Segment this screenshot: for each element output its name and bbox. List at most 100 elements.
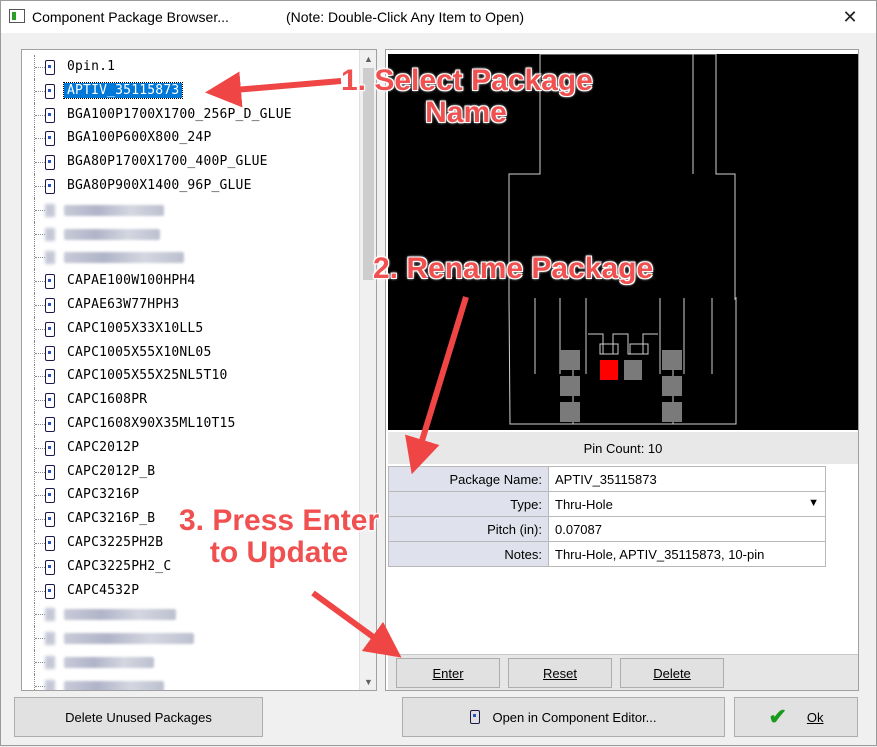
tree-item[interactable]: CAPC2012P (22, 435, 360, 460)
tree-connector (35, 400, 45, 402)
tree-item-label: BGA100P1700X1700_256P_D_GLUE (67, 106, 292, 122)
tree-item[interactable] (22, 221, 360, 246)
tree-item-label: CAPC3216P_B (67, 511, 156, 527)
pitch-field[interactable]: 0.07087 (548, 516, 826, 542)
tree-item-label: CAPC2012P_B (67, 463, 156, 479)
tree-connector (35, 447, 45, 449)
package-browser-window: Component Package Browser... (Note: Doub… (0, 0, 877, 746)
annotation-step-3: 3. Press Enter to Update (179, 505, 379, 569)
package-icon (45, 583, 55, 599)
action-button-row: Enter Reset Delete (388, 654, 858, 690)
tree-item[interactable]: CAPAE63W77HPH3 (22, 293, 360, 317)
package-icon (45, 417, 55, 432)
annotation-step-1-line-1: 1. Select Package (341, 64, 593, 97)
ok-button[interactable]: ✔ Ok (734, 697, 858, 737)
window-title: Component Package Browser... (32, 9, 229, 25)
tree-connector (35, 495, 45, 497)
tree-connector (35, 186, 45, 187)
delete-button[interactable]: Delete (620, 658, 724, 688)
tree-connector (35, 209, 45, 211)
package-icon (45, 179, 55, 194)
package-icon (45, 464, 55, 480)
tree-connector (34, 673, 35, 690)
tree-connector (35, 566, 45, 568)
annotation-step-3-line-2: to Update (209, 536, 349, 569)
tree-item-label: CAPC4532P (67, 582, 140, 598)
tree-item-label: 0pin.1 (67, 59, 116, 74)
tree-connector (35, 685, 45, 687)
package-icon (45, 83, 55, 99)
tree-item[interactable]: BGA100P600X800_24P (22, 126, 360, 151)
tree-item[interactable]: CAPC1608X90X35ML10T15 (22, 412, 360, 436)
package-icon (45, 203, 55, 217)
tree-item[interactable] (22, 197, 360, 222)
annotation-step-1: 1. Select Package Name (341, 64, 593, 129)
type-label: Type: (388, 491, 549, 517)
tree-scrollbar[interactable]: ▲ ▼ (359, 50, 376, 690)
tree-item-label: CAPC1608PR (67, 392, 148, 408)
package-icon (45, 298, 55, 313)
tree-item[interactable]: CAPC2012P_B (22, 459, 360, 484)
redacted-label (64, 204, 164, 216)
tree-connector (35, 138, 45, 140)
tree-item[interactable]: CAPC1608PR (22, 388, 360, 413)
package-icon (45, 107, 55, 123)
notes-field[interactable]: Thru-Hole, APTIV_35115873, 10-pin (548, 541, 826, 567)
tree-item[interactable]: CAPC1005X33X10LL5 (22, 316, 360, 341)
tree-item[interactable] (22, 626, 360, 651)
reset-button[interactable]: Reset (508, 658, 612, 688)
tree-item-label: CAPC3225PH2B (67, 535, 164, 550)
tree-item[interactable]: CAPC1005X55X10NL05 (22, 340, 360, 365)
tree-item[interactable]: CAPC4532P (22, 578, 360, 603)
window-note: (Note: Double-Click Any Item to Open) (286, 9, 525, 25)
tree-item[interactable] (22, 602, 360, 627)
tree-item[interactable] (22, 650, 360, 674)
tree-connector (35, 328, 45, 330)
redacted-label (64, 633, 194, 645)
tree-item-label: BGA80P900X1400_96P_GLUE (67, 178, 252, 193)
package-icon (45, 274, 55, 290)
tree-item[interactable]: APTIV_35115873 (22, 78, 360, 103)
tree-item[interactable]: BGA100P1700X1700_256P_D_GLUE (22, 102, 360, 127)
package-icon (45, 345, 55, 361)
tree-item-label: CAPC1005X55X10NL05 (67, 344, 212, 360)
tree-item[interactable]: CAPAE100W100HPH4 (22, 269, 360, 294)
package-icon (45, 227, 55, 241)
tree-item[interactable] (22, 673, 360, 690)
package-properties-table: Package Name: APTIV_35115873 Type: Thru-… (388, 466, 826, 567)
tree-item[interactable]: BGA80P1700X1700_400P_GLUE (22, 150, 360, 175)
enter-button[interactable]: Enter (396, 658, 500, 688)
delete-unused-packages-button[interactable]: Delete Unused Packages (14, 697, 263, 737)
redacted-label (64, 657, 154, 668)
type-select[interactable]: Thru-Hole ▼ (548, 491, 826, 517)
dropdown-arrow-icon[interactable]: ▼ (808, 497, 819, 509)
tree-connector (35, 281, 45, 283)
open-component-editor-button[interactable]: Open in Component Editor... (402, 697, 725, 737)
redacted-label (64, 680, 164, 690)
tree-connector (35, 305, 45, 306)
pitch-label: Pitch (in): (388, 516, 549, 542)
tree-connector (35, 614, 45, 616)
package-icon (45, 608, 55, 622)
tree-connector (35, 424, 45, 425)
tree-connector (35, 114, 45, 116)
tree-item[interactable]: 0pin.1 (22, 55, 360, 79)
enter-button-label: Enter (432, 665, 464, 681)
annotation-step-3-line-1: 3. Press Enter (179, 504, 380, 537)
tree-connector (35, 257, 45, 259)
package-name-field[interactable]: APTIV_35115873 (548, 466, 826, 492)
package-tree[interactable]: 0pin.1 APTIV_35115873 BGA100P1700X1700_256… (21, 49, 377, 691)
close-icon[interactable]: ✕ (830, 3, 870, 31)
delete-unused-label: Delete Unused Packages (65, 709, 212, 725)
tree-item[interactable] (22, 245, 360, 270)
tree-item[interactable]: CAPC1005X55X25NL5T10 (22, 364, 360, 389)
package-icon (45, 155, 55, 171)
type-value: Thru-Hole (555, 496, 613, 512)
package-icon (45, 512, 55, 528)
checkmark-icon: ✔ (768, 704, 787, 729)
tree-item[interactable]: BGA80P900X1400_96P_GLUE (22, 174, 360, 198)
scroll-down-icon[interactable]: ▼ (360, 673, 376, 690)
tree-connector (35, 376, 45, 378)
package-icon (45, 559, 55, 575)
package-icon (45, 440, 55, 456)
